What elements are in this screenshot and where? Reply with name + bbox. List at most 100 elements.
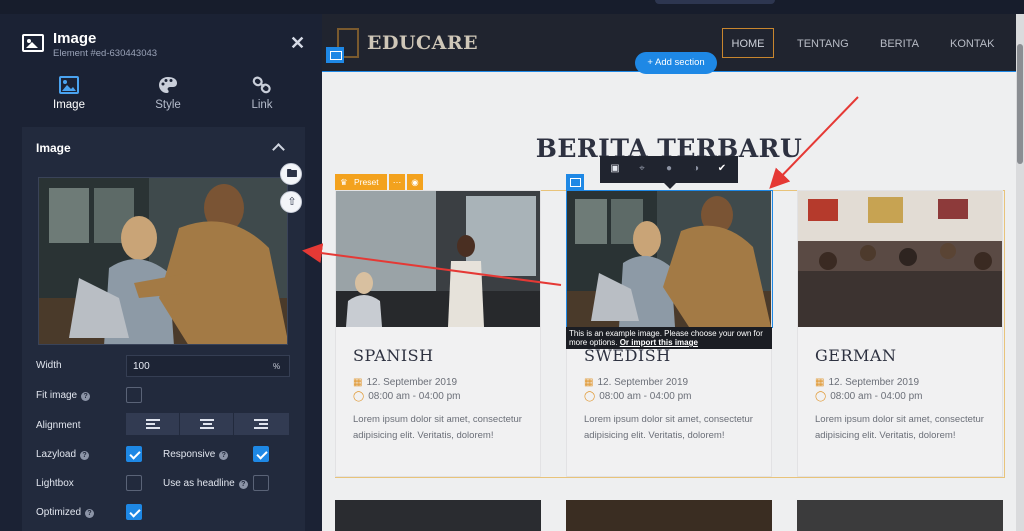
fit-image-text: Fit image	[36, 390, 78, 401]
card-photo[interactable]	[798, 191, 1002, 327]
card-date: ▦ 12. September 2019	[815, 377, 919, 388]
palette-icon: ◉	[411, 177, 419, 187]
preset-icon: ♛	[340, 177, 348, 187]
preset-button[interactable]: ♛ Preset	[335, 174, 387, 190]
panel-tabs: Image Style Link	[0, 72, 322, 122]
site-logo[interactable]: EDUCARE	[367, 32, 478, 54]
section-title: Image	[36, 141, 71, 155]
element-id: Element #ed-630443043	[53, 48, 158, 59]
card-date: ▦ 12. September 2019	[353, 377, 457, 388]
news-card-photo[interactable]	[335, 500, 541, 531]
settings-panel: Image Element #ed-630443043 ✕ Image Styl…	[0, 14, 322, 531]
use-as-headline-text: Use as headline	[163, 478, 235, 489]
tab-link[interactable]: Link	[212, 72, 312, 122]
selected-image-badge-icon[interactable]	[566, 174, 584, 190]
responsive-checkbox[interactable]	[253, 446, 269, 462]
clock-icon: ◯	[815, 391, 827, 402]
card-description: Lorem ipsum dolor sit amet, consectetur …	[815, 414, 984, 441]
link-icon	[252, 76, 271, 94]
calendar-icon: ▦	[353, 377, 363, 388]
card-date: ▦ 12. September 2019	[584, 377, 688, 388]
responsive-text: Responsive	[163, 449, 216, 460]
card-time: ◯ 08:00 am - 04:00 pm	[584, 391, 691, 402]
canvas-scrollbar[interactable]	[1016, 14, 1024, 531]
card-photo-image	[336, 191, 540, 327]
toolbar-pointer	[664, 183, 676, 189]
help-icon[interactable]: ?	[219, 451, 229, 460]
top-pill	[655, 0, 775, 4]
align-right-button[interactable]	[234, 413, 288, 435]
nav-kontak[interactable]: KONTAK	[950, 38, 994, 50]
lazyload-text: Lazyload	[36, 449, 77, 460]
card-date-text: 12. September 2019	[366, 377, 458, 388]
optimized-text: Optimized	[36, 507, 82, 518]
align-left-icon	[146, 419, 160, 429]
palette-button[interactable]: ◉	[407, 174, 423, 190]
nav-tentang[interactable]: TENTANG	[797, 38, 849, 50]
more-button[interactable]: ⋯	[389, 174, 405, 190]
card-date-text: 12. September 2019	[597, 377, 689, 388]
image-icon	[22, 34, 44, 52]
nav-home[interactable]: HOME	[722, 28, 774, 58]
contrast-icon[interactable]: ◑	[690, 163, 702, 175]
upload-cloud-icon: ⇧	[287, 196, 297, 208]
card-title: SPANISH	[353, 346, 434, 365]
news-card-photo[interactable]	[566, 500, 772, 531]
card-title: GERMAN	[815, 346, 897, 365]
page-canvas: EDUCARE HOME TENTANG BERITA KONTAK + Add…	[322, 14, 1024, 531]
optimized-label: Optimized?	[36, 507, 95, 518]
use-as-headline-checkbox[interactable]	[253, 475, 269, 491]
card-time: ◯ 08:00 am - 04:00 pm	[353, 391, 460, 402]
more-icon: ⋯	[392, 177, 402, 187]
scrollbar-thumb[interactable]	[1017, 44, 1023, 164]
palette-icon	[159, 77, 177, 93]
news-card-photo[interactable]	[797, 500, 1003, 531]
card-time-text: 08:00 am - 04:00 pm	[830, 391, 923, 402]
align-left-button[interactable]	[126, 413, 180, 435]
calendar-icon: ▦	[584, 377, 594, 388]
help-icon[interactable]: ?	[238, 480, 248, 489]
help-icon[interactable]: ?	[85, 509, 95, 518]
upload-button[interactable]: ⇧	[280, 191, 302, 213]
width-label: Width	[36, 360, 62, 371]
help-icon[interactable]: ?	[81, 392, 91, 401]
section-handle-icon[interactable]	[326, 47, 344, 63]
alignment-label: Alignment	[36, 420, 81, 431]
news-card[interactable]: SPANISH ▦ 12. September 2019 ◯ 08:00 am - …	[335, 190, 541, 477]
lightbox-checkbox[interactable]	[126, 475, 142, 491]
drop-icon[interactable]: ●	[663, 163, 675, 175]
add-section-button[interactable]: + Add section	[635, 52, 717, 74]
width-value: 100	[133, 361, 150, 372]
folder-button[interactable]: 🖿	[280, 163, 302, 185]
lazyload-label: Lazyload?	[36, 449, 90, 460]
card-photo[interactable]	[336, 191, 540, 327]
chevron-up-icon[interactable]	[272, 143, 285, 156]
nav-berita[interactable]: BERITA	[880, 38, 919, 50]
folder-icon: 🖿	[286, 168, 298, 180]
align-center-button[interactable]	[180, 413, 234, 435]
fit-image-label: Fit image?	[36, 390, 91, 401]
tab-style[interactable]: Style	[118, 72, 218, 122]
news-card[interactable]: GERMAN ▦ 12. September 2019 ◯ 08:00 am - 0…	[797, 190, 1003, 477]
clock-icon: ◯	[353, 391, 365, 402]
image-preview[interactable]	[38, 177, 288, 345]
help-icon[interactable]: ?	[80, 451, 90, 460]
align-center-icon	[200, 419, 214, 429]
import-image-link[interactable]: Or import this image	[620, 338, 698, 347]
tab-link-label: Link	[251, 99, 273, 111]
width-input[interactable]: 100 %	[126, 355, 290, 377]
image-icon[interactable]: ▣	[609, 163, 621, 175]
top-strip	[0, 0, 1024, 14]
card-time-text: 08:00 am - 04:00 pm	[599, 391, 692, 402]
use-as-headline-label: Use as headline?	[163, 478, 248, 489]
tab-image[interactable]: Image	[19, 72, 119, 122]
fit-image-checkbox[interactable]	[126, 387, 142, 403]
calendar-icon: ▦	[815, 377, 825, 388]
lazyload-checkbox[interactable]	[126, 446, 142, 462]
crop-icon[interactable]: ⌖	[636, 163, 648, 175]
optimized-checkbox[interactable]	[126, 504, 142, 520]
card-photo-image	[798, 191, 1002, 327]
card-time: ◯ 08:00 am - 04:00 pm	[815, 391, 922, 402]
check-icon[interactable]: ✔	[716, 163, 728, 175]
close-icon[interactable]: ✕	[290, 34, 305, 52]
